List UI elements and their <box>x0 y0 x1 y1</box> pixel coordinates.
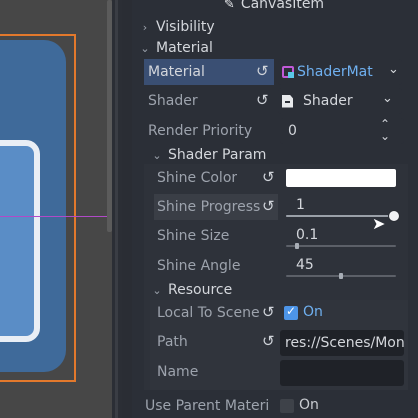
shine-size-value: 0.1 <box>296 227 319 243</box>
chevron-down-icon[interactable]: ⌄ <box>382 91 393 106</box>
shine-size-slider-handle[interactable] <box>295 243 299 249</box>
selection-outline[interactable] <box>0 34 76 382</box>
path-input[interactable]: res://Scenes/Mon <box>280 330 404 356</box>
shine-size-label: Shine Size <box>157 228 230 244</box>
shine-size-value-field[interactable]: 0.1 <box>286 225 400 245</box>
chevron-right-icon: › <box>142 20 148 34</box>
section-shader-param[interactable]: ⌄ Shader Param <box>150 144 418 166</box>
shader-label-row: Shader <box>148 88 268 114</box>
section-material[interactable]: ⌄ Material <box>138 37 410 59</box>
local-to-scene-label: Local To Scene <box>157 305 260 321</box>
chevron-down-icon: ⌄ <box>152 148 162 162</box>
name-label: Name <box>157 364 199 380</box>
reset-icon[interactable]: ↺ <box>256 62 269 80</box>
divider-grip[interactable] <box>115 0 118 418</box>
chevron-down-icon: ⌄ <box>152 283 162 297</box>
render-priority-value: 0 <box>288 123 297 139</box>
shine-progress-value-field[interactable]: 1 <box>286 195 400 215</box>
reset-icon[interactable]: ↺ <box>262 168 275 186</box>
horizontal-guide <box>0 216 112 217</box>
shine-angle-value: 45 <box>296 257 314 273</box>
section-title: CanvasItem <box>240 0 325 12</box>
shine-color-label: Shine Color <box>157 170 238 186</box>
section-visibility-label: Visibility <box>156 19 215 35</box>
shine-progress-value: 1 <box>296 197 305 213</box>
shader-material-icon <box>282 66 294 78</box>
shine-angle-row: Shine Angle <box>157 254 267 278</box>
pencil-icon: ✎ <box>223 0 235 12</box>
reset-icon[interactable]: ↺ <box>262 303 275 321</box>
use-parent-material-label: Use Parent Materi <box>145 398 270 414</box>
section-visibility[interactable]: › Visibility <box>138 16 410 38</box>
reset-icon[interactable]: ↺ <box>262 332 275 350</box>
shader-label: Shader <box>148 93 198 109</box>
shader-file-icon <box>282 94 293 108</box>
name-input[interactable] <box>280 360 404 386</box>
material-resource-picker[interactable]: ShaderMat <box>278 59 402 85</box>
checkmark-icon: ✓ <box>286 304 297 318</box>
material-label: Material <box>148 64 205 80</box>
reset-icon[interactable]: ↺ <box>262 197 275 215</box>
local-to-scene-checkbox[interactable]: ✓ <box>284 304 298 320</box>
shine-progress-slider-knob[interactable] <box>388 210 400 222</box>
chevron-down-icon: ⌄ <box>140 41 150 55</box>
shader-value: Shader <box>303 93 353 109</box>
path-label: Path <box>157 334 188 350</box>
chevron-down-icon[interactable]: ⌄ <box>388 62 399 77</box>
section-resource[interactable]: ⌄ Resource <box>150 279 418 301</box>
section-material-label: Material <box>156 40 213 56</box>
shine-color-swatch[interactable] <box>286 169 396 187</box>
resource-title: Resource <box>168 282 233 298</box>
name-row: Name <box>157 360 257 384</box>
shine-angle-label: Shine Angle <box>157 258 241 274</box>
reset-icon[interactable]: ↺ <box>256 91 269 109</box>
canvas-viewport[interactable] <box>0 0 112 418</box>
shine-progress-label: Shine Progress <box>157 199 261 215</box>
use-parent-material-value: On <box>299 397 319 413</box>
section-header-canvasitem[interactable]: ✎ CanvasItem <box>138 0 410 14</box>
stepper-arrows-icon[interactable]: ⌃ ⌄ <box>380 118 390 142</box>
shine-angle-value-field[interactable]: 45 <box>286 255 400 275</box>
shine-progress-row: Shine Progress <box>157 195 267 219</box>
material-value: ShaderMat <box>297 64 373 80</box>
shine-size-slider-track[interactable] <box>286 245 396 247</box>
local-to-scene-row: Local To Scene <box>157 301 267 325</box>
shader-param-title: Shader Param <box>168 147 267 163</box>
use-parent-material-checkbox[interactable] <box>280 399 294 413</box>
local-to-scene-value: On <box>303 304 323 320</box>
path-row: Path <box>157 330 257 354</box>
shine-color-row: Shine Color <box>157 166 267 190</box>
path-value: res://Scenes/Mon <box>285 335 404 351</box>
use-parent-material-row: Use Parent Materi <box>145 394 285 418</box>
shine-size-row: Shine Size <box>157 224 267 248</box>
render-priority-label: Render Priority <box>148 123 253 139</box>
material-label-row: Material <box>148 59 268 85</box>
render-priority-label-row: Render Priority <box>148 118 278 144</box>
